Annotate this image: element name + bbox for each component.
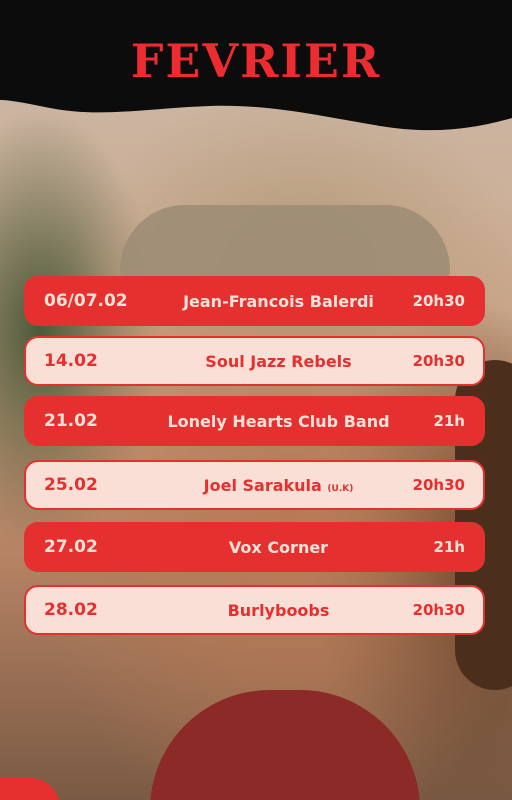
event-time: 21h: [433, 538, 465, 556]
event-row[interactable]: 27.02 Vox Corner 21h: [24, 522, 485, 572]
event-date: 06/07.02: [44, 291, 128, 311]
event-artist: Jean-Francois Balerdi: [183, 291, 374, 311]
event-time: 20h30: [412, 601, 465, 619]
event-time: 20h30: [412, 292, 465, 310]
event-date: 28.02: [44, 600, 98, 620]
bottom-red-corner: [0, 778, 60, 800]
event-row[interactable]: 06/07.02 Jean-Francois Balerdi 20h30: [24, 276, 485, 326]
event-row[interactable]: 28.02 Burlyboobs 20h30: [24, 585, 485, 635]
poster: FEVRIER 06/07.02 Jean-Francois Balerdi 2…: [0, 0, 512, 800]
event-artist-note: (U.K): [327, 483, 354, 494]
event-date: 21.02: [44, 411, 98, 431]
event-date: 25.02: [44, 475, 98, 495]
event-date: 14.02: [44, 351, 98, 371]
event-artist: Lonely Hearts Club Band: [167, 411, 390, 431]
event-time: 21h: [433, 412, 465, 430]
background-photo-cap: [120, 205, 450, 285]
event-artist: Soul Jazz Rebels: [205, 351, 352, 371]
event-date: 27.02: [44, 537, 98, 557]
event-row[interactable]: 21.02 Lonely Hearts Club Band 21h: [24, 396, 485, 446]
event-time: 20h30: [412, 476, 465, 494]
event-time: 20h30: [412, 352, 465, 370]
event-artist: Vox Corner: [228, 537, 329, 557]
page-title: FEVRIER: [130, 34, 382, 88]
event-artist: Burlyboobs: [227, 600, 330, 620]
background-photo-shirt: [150, 690, 420, 800]
event-artist: Joel Sarakula (U.K): [203, 475, 354, 495]
event-row[interactable]: 25.02 Joel Sarakula (U.K) 20h30: [24, 460, 485, 510]
event-row[interactable]: 14.02 Soul Jazz Rebels 20h30: [24, 336, 485, 386]
